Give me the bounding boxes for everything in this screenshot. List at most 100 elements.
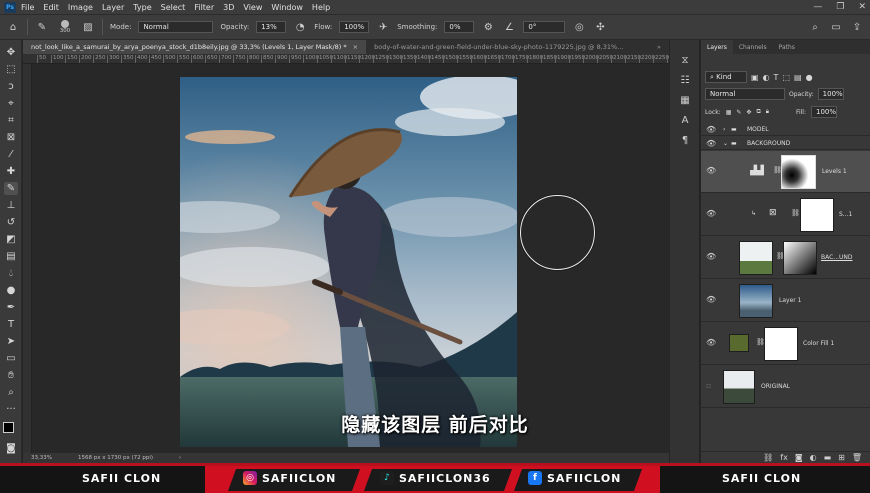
share-icon[interactable]: ⇪	[850, 20, 864, 34]
flow-field[interactable]: 100%	[339, 21, 370, 33]
smoothing-field[interactable]: 0%	[444, 21, 475, 33]
hidden-eye-slot[interactable]: ▫	[706, 381, 711, 390]
lock-pixels-icon[interactable]: ✎	[736, 109, 741, 116]
tab-layers[interactable]: Layers	[701, 40, 733, 54]
visibility-eye-icon[interactable]: 👁︎	[706, 252, 716, 261]
menu-edit[interactable]: Edit	[43, 3, 59, 12]
dodge-tool-icon[interactable]: ●	[4, 284, 18, 297]
link-layers-icon[interactable]: ⛓︎	[763, 453, 773, 462]
character-panel-icon[interactable]: A	[679, 114, 691, 126]
menu-filter[interactable]: Filter	[194, 3, 214, 12]
properties-panel-icon[interactable]: ☷	[679, 74, 691, 86]
new-layer-icon[interactable]: ⊞	[838, 453, 845, 462]
layer-group-background[interactable]: 👁︎ ⌄ ▬ BACKGROUND	[701, 137, 870, 150]
filter-pixel-icon[interactable]: ▣	[751, 73, 759, 82]
pressure-opacity-icon[interactable]: ◔	[293, 20, 307, 34]
lock-artboard-icon[interactable]: ⧉	[756, 108, 760, 116]
group-expanded-icon[interactable]: ⌄	[723, 140, 728, 147]
layer-thumbnail[interactable]	[723, 370, 755, 404]
layer-mask-thumbnail[interactable]	[800, 198, 834, 232]
angle-field[interactable]: 0°	[523, 21, 566, 33]
search-icon[interactable]: ⌕	[808, 20, 822, 34]
layer-mask-thumbnail[interactable]	[764, 327, 798, 361]
layer-opacity-field[interactable]: 100%	[817, 88, 844, 100]
layer-1[interactable]: 👁︎ Layer 1	[701, 280, 870, 322]
new-group-icon[interactable]: ▬	[824, 453, 832, 462]
marquee-tool-icon[interactable]: ⬚	[4, 63, 18, 76]
menu-layer[interactable]: Layer	[102, 3, 124, 12]
layer-background-image[interactable]: 👁︎ ⛓︎ BAC...UND	[701, 237, 870, 279]
smoothing-settings-icon[interactable]: ⚙	[481, 20, 495, 34]
fx-icon[interactable]: fx	[780, 453, 788, 462]
airbrush-icon[interactable]: ✈	[376, 20, 390, 34]
eraser-tool-icon[interactable]: ◩	[4, 233, 18, 246]
brush-settings-icon[interactable]: ▨	[81, 20, 95, 34]
pressure-size-icon[interactable]: ◎	[572, 20, 586, 34]
layer-group-model[interactable]: 👁︎ › ▬ MODEL	[701, 123, 870, 136]
maximize-icon[interactable]: ❐	[836, 2, 844, 12]
document-canvas[interactable]	[180, 77, 517, 447]
menu-file[interactable]: File	[21, 3, 34, 12]
history-panel-icon[interactable]: ⧖	[679, 54, 691, 66]
lock-all-icon[interactable]: 🔒︎	[766, 108, 769, 116]
frame-tool-icon[interactable]: ⊠	[4, 131, 18, 144]
lock-position-icon[interactable]: ✥	[746, 109, 751, 116]
brush-preset-picker[interactable]: 300	[56, 20, 74, 34]
brush-tool-icon[interactable]: ✎	[35, 20, 49, 34]
menu-select[interactable]: Select	[161, 3, 186, 12]
close-icon[interactable]: ✕	[858, 2, 866, 12]
filter-shape-icon[interactable]: ⬚	[782, 73, 790, 82]
add-mask-icon[interactable]: ◙	[795, 453, 803, 462]
close-tab-icon[interactable]: ×	[353, 43, 358, 51]
tab-paths[interactable]: Paths	[773, 40, 801, 54]
layer-mask-thumbnail[interactable]	[781, 155, 816, 189]
pen-tool-icon[interactable]: ✒	[4, 301, 18, 314]
visibility-eye-icon[interactable]: 👁︎	[706, 139, 716, 148]
fill-color-thumbnail[interactable]	[729, 334, 749, 352]
quick-mask-icon[interactable]: ◙	[4, 442, 18, 455]
tab-samurai-document[interactable]: not_look_like_a_samurai_by_arya_poenya_s…	[23, 40, 367, 54]
layer-thumbnail[interactable]	[739, 241, 773, 275]
eyedropper-tool-icon[interactable]: ⁄	[4, 148, 18, 161]
symmetry-icon[interactable]: ✣	[593, 20, 607, 34]
workspace-icon[interactable]: ▭	[829, 20, 843, 34]
crop-tool-icon[interactable]: ⌗	[4, 114, 18, 127]
layer-original[interactable]: ▫ ORIGINAL	[701, 366, 870, 408]
layer-color-fill-1[interactable]: 👁︎ ⛓︎ Color Fill 1	[701, 323, 870, 365]
tab-channels[interactable]: Channels	[733, 40, 773, 54]
lock-transparency-icon[interactable]: ▦	[726, 109, 732, 116]
menu-view[interactable]: View	[243, 3, 262, 12]
mode-select[interactable]: Normal	[138, 21, 214, 33]
visibility-eye-icon[interactable]: 👁︎	[706, 338, 716, 347]
visibility-eye-icon[interactable]: 👁︎	[706, 295, 716, 304]
zoom-level[interactable]: 33,33%	[31, 455, 52, 461]
delete-layer-icon[interactable]: 🗑︎	[852, 453, 862, 462]
brush-tool-icon-active[interactable]: ✎	[4, 182, 18, 195]
group-chevron-icon[interactable]: ›	[723, 126, 725, 133]
visibility-eye-icon[interactable]: 👁︎	[706, 209, 716, 218]
gradient-tool-icon[interactable]: ▤	[4, 250, 18, 263]
filter-toggle-icon[interactable]: ●	[806, 73, 813, 82]
filter-adjust-icon[interactable]: ◐	[763, 73, 770, 82]
type-tool-icon[interactable]: T	[4, 318, 18, 331]
menu-help[interactable]: Help	[312, 3, 330, 12]
swatches-panel-icon[interactable]: ▦	[679, 94, 691, 106]
clone-stamp-tool-icon[interactable]: ⊥	[4, 199, 18, 212]
opacity-field[interactable]: 13%	[256, 21, 287, 33]
visibility-eye-icon[interactable]: 👁︎	[706, 166, 716, 175]
hand-tool-icon[interactable]: ✋︎	[4, 369, 18, 382]
home-icon[interactable]: ⌂	[6, 20, 20, 34]
lasso-tool-icon[interactable]: ↄ	[4, 80, 18, 93]
rectangle-tool-icon[interactable]: ▭	[4, 352, 18, 365]
move-tool-icon[interactable]: ✥	[4, 46, 18, 59]
menu-3d[interactable]: 3D	[223, 3, 234, 12]
filter-smart-icon[interactable]: ▤	[794, 73, 802, 82]
layer-levels-1[interactable]: 👁︎ ▟▟ ⛓︎ Levels 1	[701, 151, 870, 193]
visibility-eye-icon[interactable]: 👁︎	[706, 125, 716, 134]
menu-window[interactable]: Window	[271, 3, 303, 12]
history-brush-tool-icon[interactable]: ↺	[4, 216, 18, 229]
tab-overflow-icon[interactable]: »	[649, 40, 669, 54]
status-arrow-icon[interactable]: ›	[179, 455, 181, 461]
healing-brush-tool-icon[interactable]: ✚	[4, 165, 18, 178]
layer-s-1[interactable]: 👁︎ ↳ ⊠ ⛓︎ S...1	[701, 194, 870, 236]
